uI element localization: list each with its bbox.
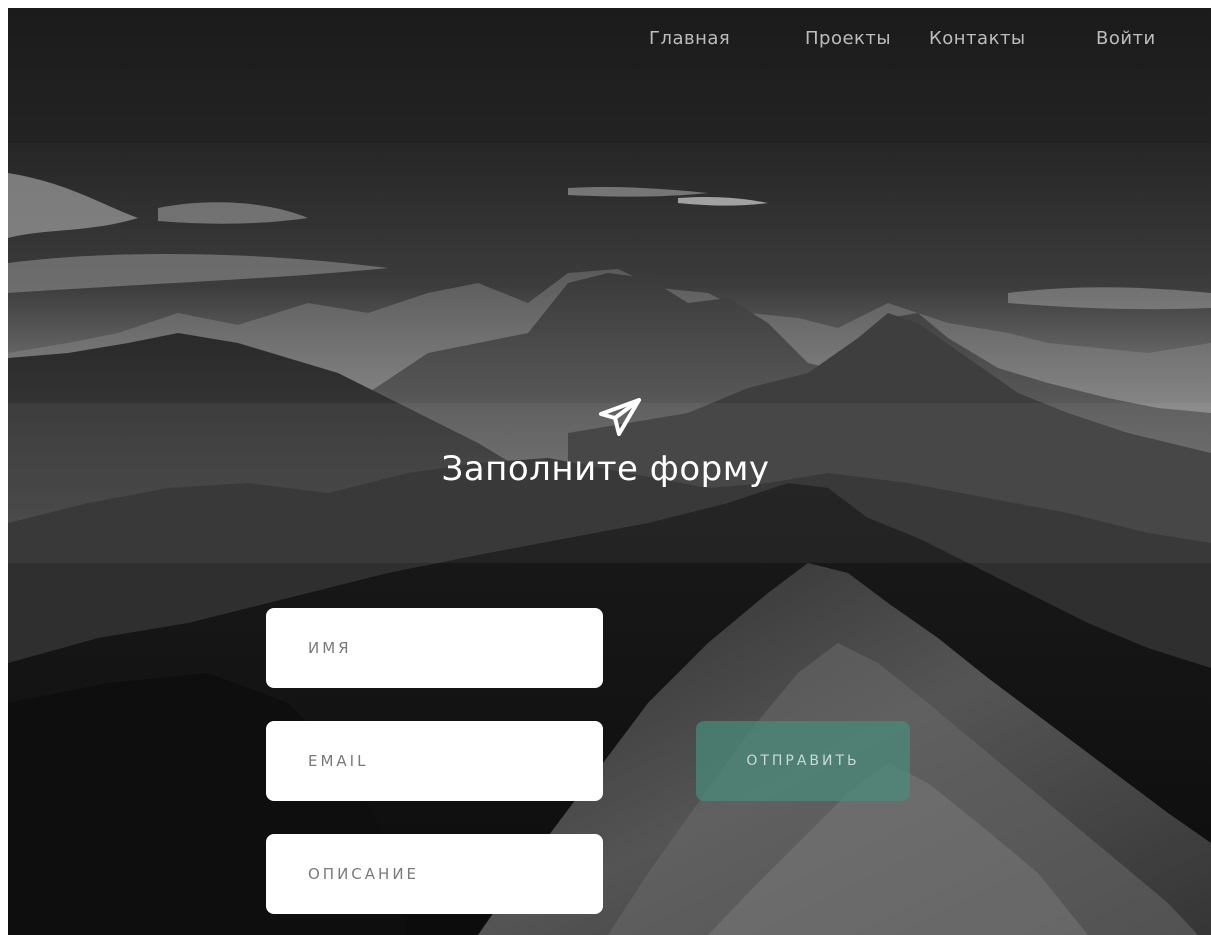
submit-button[interactable]: ОТПРАВИТЬ bbox=[696, 721, 910, 801]
email-input[interactable]: EMAIL bbox=[266, 721, 603, 801]
paper-plane-icon bbox=[599, 398, 641, 436]
mountain-landscape-image bbox=[8, 143, 1211, 935]
form-title: Заполните форму bbox=[441, 449, 770, 489]
nav-item-home[interactable]: Главная bbox=[649, 28, 730, 49]
header-bar: Главная Проекты Контакты Войти bbox=[8, 8, 1211, 143]
nav-item-contacts[interactable]: Контакты bbox=[929, 28, 1026, 49]
name-input[interactable]: ИМЯ bbox=[266, 608, 603, 688]
nav-item-projects[interactable]: Проекты bbox=[805, 28, 891, 49]
nav-item-login[interactable]: Войти bbox=[1096, 28, 1156, 49]
hero-background bbox=[8, 143, 1211, 935]
description-input[interactable]: ОПИСАНИЕ bbox=[266, 834, 603, 914]
